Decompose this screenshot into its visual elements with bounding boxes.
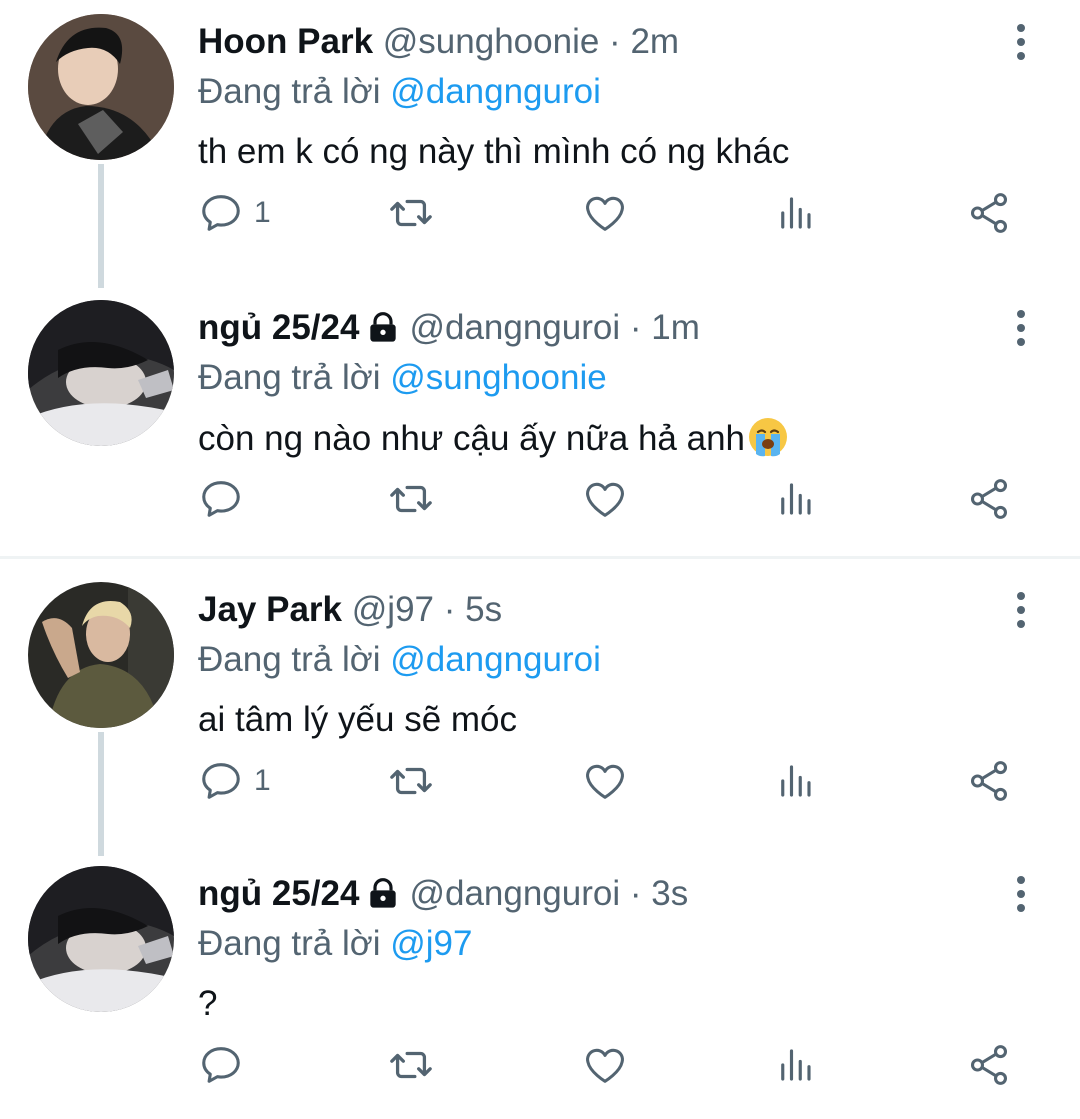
share-button[interactable]: [966, 474, 1012, 524]
tweet-header: ngủ 25/24 @dangnguroi · 3s: [198, 872, 688, 916]
tweet[interactable]: Hoon Park @sunghoonie · 2m Đang trả lời …: [0, 0, 1080, 284]
avatar[interactable]: [28, 300, 174, 446]
separator-dot: ·: [629, 308, 642, 347]
retweet-icon: [388, 758, 434, 804]
like-icon: [582, 1042, 628, 1088]
separator-dot: ·: [443, 590, 456, 629]
tweet-text-container: còn ng nào như cậu ấy nữa hả anh: [198, 416, 789, 461]
separator-dot: ·: [609, 22, 621, 61]
more-icon[interactable]: [1008, 874, 1034, 914]
tweet-text: ai tâm lý yếu sẽ móc: [198, 700, 517, 739]
like-icon: [582, 758, 628, 804]
retweet-icon: [388, 476, 434, 522]
retweet-button[interactable]: [388, 188, 434, 238]
reply-button[interactable]: [198, 1040, 254, 1090]
like-button[interactable]: [582, 756, 628, 806]
like-button[interactable]: [582, 474, 628, 524]
retweet-button[interactable]: [388, 756, 434, 806]
user-handle[interactable]: @sunghoonie: [383, 22, 600, 61]
display-name[interactable]: Hoon Park: [198, 22, 373, 61]
share-button[interactable]: [966, 1040, 1012, 1090]
display-name[interactable]: Jay Park: [198, 590, 342, 629]
conversation-divider: [0, 556, 1080, 559]
timestamp[interactable]: 1m: [651, 308, 700, 347]
lock-icon: [367, 311, 399, 343]
action-bar: 1: [0, 756, 1080, 806]
avatar[interactable]: [28, 14, 174, 160]
reply-mention[interactable]: @sunghoonie: [390, 358, 607, 397]
views-button[interactable]: [774, 756, 816, 806]
views-button[interactable]: [774, 188, 816, 238]
action-bar: [0, 1040, 1080, 1090]
tweet-header: Jay Park @j97 · 5s: [198, 588, 502, 632]
reply-icon: [198, 190, 244, 236]
like-button[interactable]: [582, 188, 628, 238]
reply-context: Đang trả lời @j97: [198, 922, 472, 966]
reply-prefix: Đang trả lời: [198, 640, 381, 679]
share-icon: [966, 758, 1012, 804]
reply-icon: [198, 476, 244, 522]
timestamp[interactable]: 5s: [465, 590, 502, 629]
views-icon: [774, 760, 816, 802]
reply-mention[interactable]: @j97: [390, 924, 472, 963]
loudly-crying-face-icon: [749, 418, 787, 457]
more-icon[interactable]: [1008, 22, 1034, 62]
like-button[interactable]: [582, 1040, 628, 1090]
views-icon: [774, 192, 816, 234]
reply-icon: [198, 1042, 244, 1088]
reply-context: Đang trả lời @sunghoonie: [198, 356, 607, 400]
share-icon: [966, 1042, 1012, 1088]
avatar[interactable]: [28, 866, 174, 1012]
views-button[interactable]: [774, 1040, 816, 1090]
retweet-icon: [388, 190, 434, 236]
action-bar: [0, 474, 1080, 524]
retweet-icon: [388, 1042, 434, 1088]
display-name[interactable]: ngủ 25/24: [198, 308, 359, 347]
share-button[interactable]: [966, 188, 1012, 238]
more-icon[interactable]: [1008, 590, 1034, 630]
user-handle[interactable]: @dangnguroi: [409, 874, 620, 913]
tweet[interactable]: Jay Park @j97 · 5s Đang trả lời @dangngu…: [0, 568, 1080, 852]
tweet-text: th em k có ng này thì mình có ng khác: [198, 132, 790, 171]
reply-icon: [198, 758, 244, 804]
separator-dot: ·: [629, 874, 642, 913]
like-icon: [582, 476, 628, 522]
user-handle[interactable]: @j97: [352, 590, 434, 629]
reply-prefix: Đang trả lời: [198, 924, 381, 963]
retweet-button[interactable]: [388, 474, 434, 524]
action-bar: 1: [0, 188, 1080, 238]
reply-context: Đang trả lời @dangnguroi: [198, 638, 601, 682]
timestamp[interactable]: 2m: [630, 22, 679, 61]
reply-context: Đang trả lời @dangnguroi: [198, 70, 601, 114]
reply-mention[interactable]: @dangnguroi: [390, 640, 601, 679]
retweet-button[interactable]: [388, 1040, 434, 1090]
reply-count: 1: [254, 764, 271, 797]
avatar[interactable]: [28, 582, 174, 728]
tweet-header: ngủ 25/24 @dangnguroi · 1m: [198, 306, 700, 350]
reply-button[interactable]: 1: [198, 756, 271, 806]
share-icon: [966, 190, 1012, 236]
tweet-text: còn ng nào như cậu ấy nữa hả anh: [198, 419, 745, 458]
views-button[interactable]: [774, 474, 816, 524]
more-icon[interactable]: [1008, 308, 1034, 348]
reply-prefix: Đang trả lời: [198, 72, 381, 111]
tweet-text: ?: [198, 984, 218, 1023]
lock-icon: [367, 877, 399, 909]
tweet[interactable]: ngủ 25/24 @dangnguroi · 3s Đang trả lời @…: [0, 852, 1080, 1119]
reply-button[interactable]: [198, 474, 254, 524]
views-icon: [774, 478, 816, 520]
reply-prefix: Đang trả lời: [198, 358, 381, 397]
reply-count: 1: [254, 196, 271, 229]
reply-mention[interactable]: @dangnguroi: [390, 72, 601, 111]
timestamp[interactable]: 3s: [651, 874, 688, 913]
display-name[interactable]: ngủ 25/24: [198, 874, 359, 913]
views-icon: [774, 1044, 816, 1086]
reply-button[interactable]: 1: [198, 188, 271, 238]
tweet[interactable]: ngủ 25/24 @dangnguroi · 1m Đang trả lời @…: [0, 286, 1080, 556]
user-handle[interactable]: @dangnguroi: [409, 308, 620, 347]
share-icon: [966, 476, 1012, 522]
tweet-header: Hoon Park @sunghoonie · 2m: [198, 20, 679, 64]
share-button[interactable]: [966, 756, 1012, 806]
like-icon: [582, 190, 628, 236]
